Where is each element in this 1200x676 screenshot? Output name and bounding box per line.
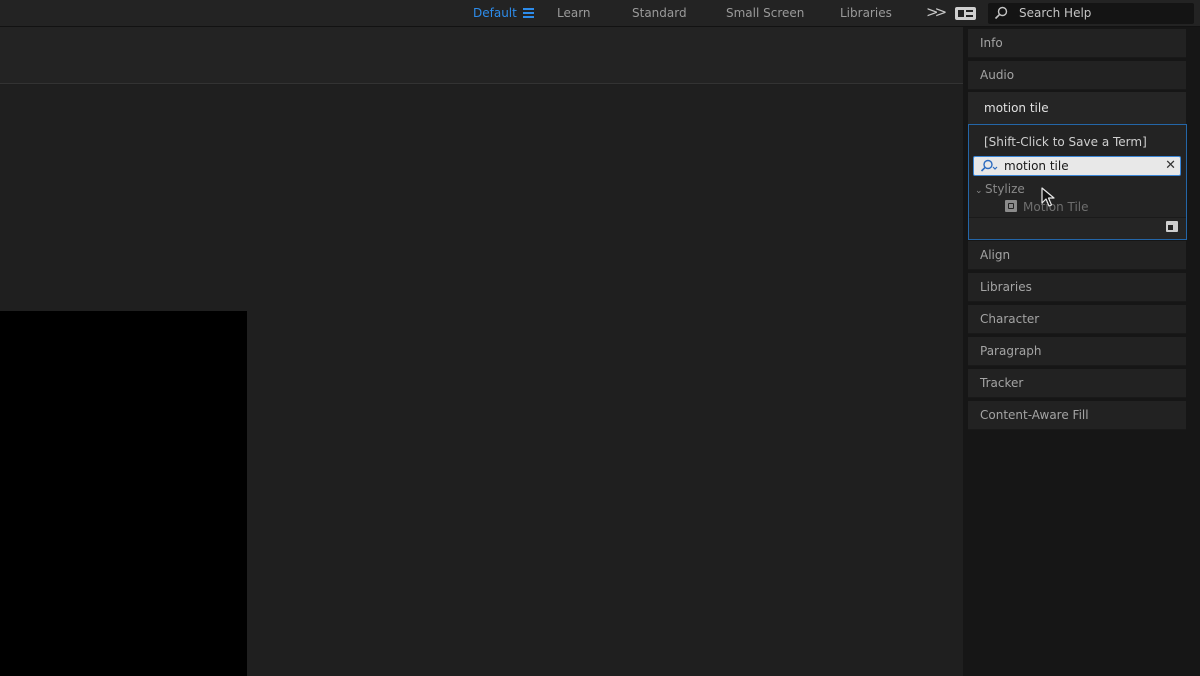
panel-tab-libraries[interactable]: Libraries (968, 273, 1186, 302)
composition-canvas[interactable] (0, 311, 247, 676)
help-search-input[interactable]: Search Help (988, 3, 1194, 24)
chevron-down-icon[interactable]: ⌄ (975, 182, 985, 200)
new-bin-icon[interactable] (1166, 221, 1178, 232)
search-dropdown-icon[interactable] (980, 159, 1000, 173)
effects-search-input[interactable]: motion tile ✕ (973, 156, 1181, 176)
panel-tab-paragraph[interactable]: Paragraph (968, 337, 1186, 366)
tab-default[interactable]: Default (473, 0, 517, 27)
save-term-hint: [Shift-Click to Save a Term] (984, 135, 1147, 149)
tab-standard[interactable]: Standard (632, 0, 687, 27)
search-icon (994, 6, 1008, 20)
tab-small-screen[interactable]: Small Screen (726, 0, 804, 27)
effect-icon (1005, 200, 1017, 212)
workspace-toggle-icon[interactable] (955, 7, 976, 20)
panel-tab-audio[interactable]: Audio (968, 61, 1186, 90)
hamburger-menu-icon[interactable] (523, 8, 534, 19)
panel-tab-character[interactable]: Character (968, 305, 1186, 334)
double-chevron-right-icon[interactable]: >> (926, 0, 947, 27)
panel-tab-info[interactable]: Info (968, 29, 1186, 58)
panel-tab-tracker[interactable]: Tracker (968, 369, 1186, 398)
effects-panel-title[interactable]: motion tile (968, 92, 1186, 124)
tab-libraries[interactable]: Libraries (840, 0, 892, 27)
effects-search-value: motion tile (1004, 159, 1069, 173)
tab-learn[interactable]: Learn (557, 0, 591, 27)
tree-category-stylize[interactable]: ⌄ Stylize (975, 180, 1025, 200)
workspace-bar: Default Learn Standard Small Screen Libr… (0, 0, 1200, 27)
close-icon[interactable]: ✕ (1165, 157, 1176, 175)
panel-tab-align[interactable]: Align (968, 241, 1186, 270)
mouse-cursor-icon (1041, 187, 1055, 207)
tree-category-label: Stylize (985, 182, 1025, 196)
effects-panel-footer (969, 217, 1186, 239)
panel-tab-content-aware-fill[interactable]: Content-Aware Fill (968, 401, 1186, 430)
help-search-placeholder: Search Help (1019, 6, 1092, 20)
composition-header (0, 27, 963, 84)
